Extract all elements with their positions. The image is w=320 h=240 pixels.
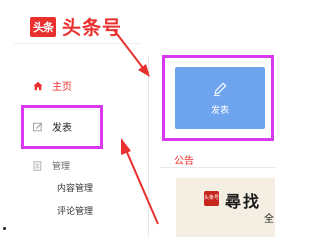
logo-text: 头条号 [62, 17, 123, 39]
banner-title: 尋找 [225, 192, 262, 211]
arrow-to-sidebar-publish [121, 138, 159, 225]
seal-text: 头条号 [204, 195, 220, 201]
logo-badge: 头条 [30, 16, 56, 37]
publish-card-label: 发表 [210, 105, 229, 116]
manage-icon [32, 160, 44, 172]
sidebar-subitem-comment-management[interactable]: 评论管理 [57, 204, 93, 217]
publish-card-button[interactable]: 发表 [175, 67, 265, 129]
screenshot-frame: 头条 头条号 主页 发表 管理 内容管理 评论管理 发表 公告 头条号 尋找 全 [0, 0, 275, 237]
announcement-title: 公告 [174, 156, 194, 167]
header-divider [14, 43, 140, 44]
pen-icon [212, 81, 228, 97]
sidebar-item-label: 主页 [52, 82, 72, 93]
sidebar-subitem-content-management[interactable]: 内容管理 [57, 181, 93, 194]
sidebar-divider [148, 55, 149, 237]
home-icon [32, 80, 44, 92]
seal-stamp-icon: 头条号 [204, 191, 219, 206]
banner-subtitle: 全 [264, 214, 274, 225]
sidebar-item-home[interactable]: 主页 [32, 78, 72, 93]
toutiao-logo[interactable]: 头条 头条号 [30, 13, 122, 40]
announcement-divider [160, 167, 275, 168]
bullet-dot [3, 227, 6, 230]
sidebar-item-label: 管理 [52, 162, 71, 172]
announcement-banner[interactable]: 头条号 尋找 全 [176, 178, 275, 237]
sidebar-item-manage[interactable]: 管理 [32, 159, 70, 172]
highlight-box-sidebar-publish [21, 105, 103, 149]
